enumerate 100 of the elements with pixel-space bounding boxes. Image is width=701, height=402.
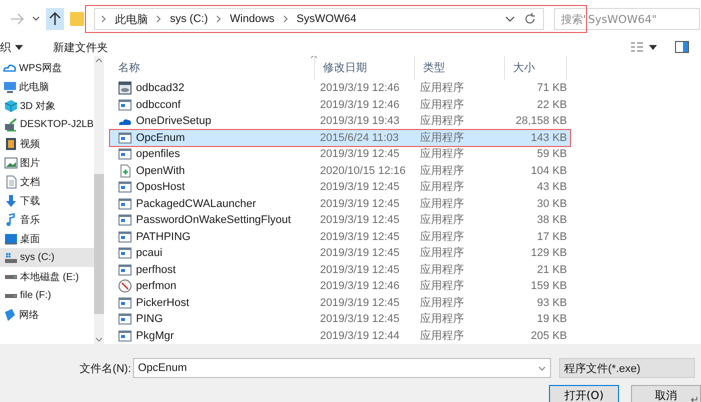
date-cell-text: 2019/3/19 12:45 xyxy=(319,196,401,211)
date-cell-text: 2019/3/19 12:45 xyxy=(319,147,401,162)
file-row[interactable]: PasswordOnWakeSettingFlyout 2019/3/19 12:45 应用程序 38 KB xyxy=(110,212,570,228)
scroll-down-icon[interactable] xyxy=(95,337,103,342)
file-row[interactable]: odbcconf 2019/3/19 12:46 应用程序 22 KB xyxy=(110,96,570,113)
file-row[interactable]: PATHPING 2019/3/19 12:45 应用程序 17 KB xyxy=(110,228,570,245)
filename-label: 文件名(N): xyxy=(78,362,132,376)
open-button[interactable]: 打开(O) xyxy=(549,385,619,402)
column-header[interactable]: 大小 xyxy=(505,56,567,80)
app-window-icon xyxy=(118,98,132,112)
sidebar-item[interactable]: 3D 对象 xyxy=(0,96,94,115)
network-computer-icon xyxy=(4,118,18,132)
app-window-icon xyxy=(118,296,132,310)
sidebar-item[interactable]: 网络 xyxy=(0,305,94,324)
type-cell-text: 应用程序 xyxy=(419,262,465,277)
file-row[interactable]: perfmon 2019/3/19 12:46 应用程序 159 KB xyxy=(110,278,570,294)
filename-field[interactable]: OpcEnum xyxy=(133,358,551,378)
size-cell-text: 21 KB xyxy=(536,262,567,277)
windows-drive-icon xyxy=(4,250,18,264)
type-cell-text: 应用程序 xyxy=(419,213,465,228)
date-cell-text: 2019/3/19 12:46 xyxy=(319,98,401,112)
date-cell-text: 2019/3/19 12:45 xyxy=(319,262,401,277)
sidebar-item[interactable]: 视频 xyxy=(0,134,94,153)
file-type-dropdown[interactable]: 程序文件(*.exe) xyxy=(559,358,695,378)
cube-icon xyxy=(4,98,18,112)
breadcrumb-item[interactable]: sys (C:) xyxy=(170,13,208,25)
address-bar[interactable]: 此电脑 sys (C:) Windows SysWOW64 xyxy=(94,8,544,30)
app-window-icon xyxy=(118,262,132,277)
organize-menu[interactable]: 织 xyxy=(0,40,11,54)
size-cell-text: 30 KB xyxy=(536,196,567,211)
column-header[interactable]: 名称 xyxy=(110,56,315,80)
sidebar-item[interactable]: 此电脑 xyxy=(0,77,94,96)
dropdown-caret-icon[interactable] xyxy=(15,44,23,50)
scroll-up-icon[interactable] xyxy=(95,58,103,63)
dropdown-chevron-icon[interactable] xyxy=(32,16,40,22)
type-cell-text: 应用程序 xyxy=(419,114,465,128)
sidebar-item[interactable]: WPS网盘 xyxy=(0,58,94,77)
file-row[interactable]: PING 2019/3/19 12:45 应用程序 19 KB xyxy=(110,311,570,328)
size-cell-text: 159 KB xyxy=(530,279,567,294)
file-row[interactable]: OpcEnum 2015/6/24 11:03 应用程序 143 KB xyxy=(110,130,570,146)
breadcrumb-item[interactable]: SysWOW64 xyxy=(296,13,356,25)
preview-pane-icon[interactable] xyxy=(675,41,689,53)
column-header[interactable]: 修改日期 xyxy=(315,56,415,80)
breadcrumb-item[interactable]: 此电脑 xyxy=(115,12,148,26)
file-row[interactable]: PkgMgr 2019/3/19 12:44 应用程序 205 KB xyxy=(110,328,570,344)
dropdown-chevron-icon[interactable] xyxy=(505,15,515,23)
app-window-icon xyxy=(118,213,132,228)
refresh-icon[interactable] xyxy=(523,12,537,26)
date-cell-text: 2020/10/15 12:16 xyxy=(319,164,407,178)
sidebar-item[interactable]: DESKTOP-J2LB xyxy=(0,115,94,134)
size-cell-text: 205 KB xyxy=(530,328,567,343)
file-name: perfhost xyxy=(136,262,176,277)
date-cell-text: 2019/3/19 12:46 xyxy=(319,81,401,96)
type-cell-text: 应用程序 xyxy=(419,279,465,294)
sidebar-item[interactable]: 本地磁盘 (E:) xyxy=(0,267,94,286)
sidebar-item[interactable]: 图片 xyxy=(0,153,94,172)
file-row[interactable]: PackagedCWALauncher 2019/3/19 12:45 应用程序 30 KB xyxy=(110,196,570,212)
new-folder-button[interactable]: 新建文件夹 xyxy=(53,40,108,54)
file-row[interactable]: OneDriveSetup 2019/3/19 19:43 应用程序 28,158 KB xyxy=(110,113,570,130)
date-cell-text: 2019/3/19 12:45 xyxy=(319,213,401,228)
drive-icon xyxy=(4,292,18,298)
file-row[interactable]: perfhost 2019/3/19 12:45 应用程序 21 KB xyxy=(110,262,570,278)
sidebar-item[interactable]: 文档 xyxy=(0,172,94,191)
sidebar-item[interactable]: sys (C:) xyxy=(0,248,94,267)
file-name: OpenWith xyxy=(136,164,185,178)
file-row[interactable]: OposHost 2019/3/19 12:45 应用程序 43 KB xyxy=(110,179,570,196)
download-arrow-icon xyxy=(4,194,18,208)
date-cell-text: 2019/3/19 12:45 xyxy=(319,180,401,194)
sidebar-item[interactable]: 桌面 xyxy=(0,229,94,248)
file-row[interactable]: openfiles 2019/3/19 12:45 应用程序 59 KB xyxy=(110,146,570,162)
type-cell-text: 应用程序 xyxy=(419,81,465,96)
file-name: PickerHost xyxy=(136,296,190,310)
type-cell-text: 应用程序 xyxy=(419,230,465,244)
file-row[interactable]: pcaui 2019/3/19 12:45 应用程序 129 KB xyxy=(110,245,570,262)
file-name: PackagedCWALauncher xyxy=(136,196,256,211)
file-row[interactable]: OpenWith 2020/10/15 12:16 应用程序 104 KB xyxy=(110,162,570,179)
date-cell-text: 2019/3/19 19:43 xyxy=(319,114,401,128)
date-cell-text: 2019/3/19 12:45 xyxy=(319,246,401,260)
size-cell-text: 71 KB xyxy=(536,81,567,96)
file-name: OpcEnum xyxy=(136,130,185,145)
film-icon xyxy=(4,136,18,150)
sidebar-item[interactable]: 音乐 xyxy=(0,210,94,229)
date-cell-text: 2015/6/24 11:03 xyxy=(319,130,400,145)
sidebar-item[interactable]: file (F:) xyxy=(0,286,94,305)
folder-icon xyxy=(70,11,84,27)
breadcrumb-item[interactable]: Windows xyxy=(230,13,275,25)
chevron-icon xyxy=(101,15,107,23)
view-options-icon[interactable] xyxy=(631,42,657,52)
scrollbar[interactable] xyxy=(94,56,104,344)
network-icon xyxy=(3,308,17,322)
monitor-icon xyxy=(3,80,17,94)
size-cell-text: 19 KB xyxy=(536,312,567,326)
sidebar-item[interactable]: 下载 xyxy=(0,191,94,210)
file-row[interactable]: PickerHost 2019/3/19 12:45 应用程序 93 KB xyxy=(110,294,570,311)
size-cell-text: 22 KB xyxy=(536,98,567,112)
file-name: pcaui xyxy=(136,246,162,260)
column-header[interactable]: 类型 xyxy=(415,56,505,80)
chevron-icon xyxy=(282,15,289,23)
file-row[interactable]: odbcad32 2019/3/19 12:46 应用程序 71 KB xyxy=(110,80,570,96)
type-cell-text: 应用程序 xyxy=(419,246,465,260)
